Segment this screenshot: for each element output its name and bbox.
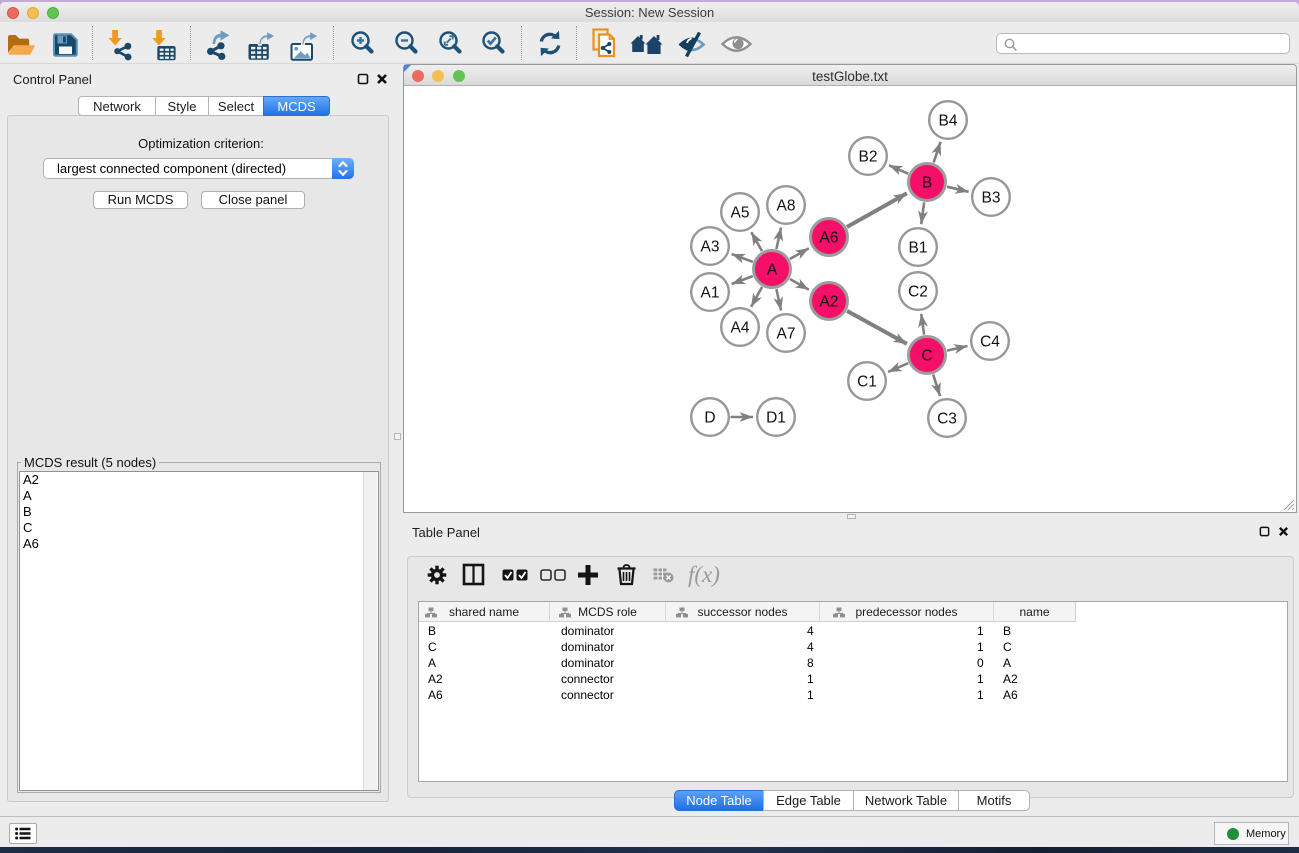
svg-text:B: B: [922, 175, 932, 192]
svg-text:C1: C1: [857, 374, 877, 391]
svg-text:B3: B3: [982, 190, 1001, 207]
svg-text:C4: C4: [980, 334, 1000, 351]
svg-text:D: D: [704, 410, 715, 427]
svg-text:C2: C2: [908, 284, 928, 301]
svg-text:A1: A1: [701, 285, 720, 302]
svg-text:B2: B2: [859, 149, 878, 166]
svg-text:B1: B1: [909, 240, 928, 257]
svg-text:C3: C3: [937, 411, 957, 428]
svg-text:A4: A4: [731, 320, 750, 337]
svg-text:A7: A7: [777, 326, 796, 343]
svg-text:D1: D1: [766, 410, 786, 427]
svg-text:B4: B4: [939, 113, 958, 130]
svg-text:A6: A6: [820, 230, 839, 247]
svg-text:A3: A3: [701, 239, 720, 256]
svg-text:C: C: [921, 348, 932, 365]
svg-text:A2: A2: [820, 294, 839, 311]
svg-text:A8: A8: [777, 198, 796, 215]
svg-text:A: A: [767, 262, 778, 279]
svg-text:A5: A5: [731, 205, 750, 222]
